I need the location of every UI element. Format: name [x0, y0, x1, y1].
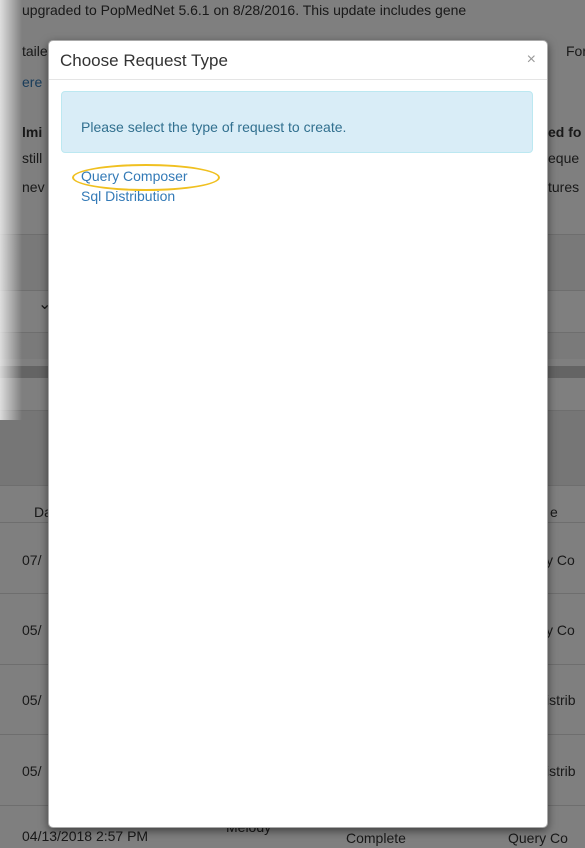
close-icon[interactable]: × — [527, 51, 536, 69]
alert-text: Please select the type of request to cre… — [81, 119, 347, 135]
dialog-header: Choose Request Type × — [49, 41, 547, 80]
choose-request-type-dialog: Choose Request Type × Please select the … — [48, 40, 548, 828]
dialog-title: Choose Request Type — [60, 51, 228, 70]
info-alert: Please select the type of request to cre… — [61, 91, 533, 153]
sql-distribution-link[interactable]: Sql Distribution — [81, 188, 175, 204]
query-composer-link[interactable]: Query Composer — [81, 168, 188, 184]
